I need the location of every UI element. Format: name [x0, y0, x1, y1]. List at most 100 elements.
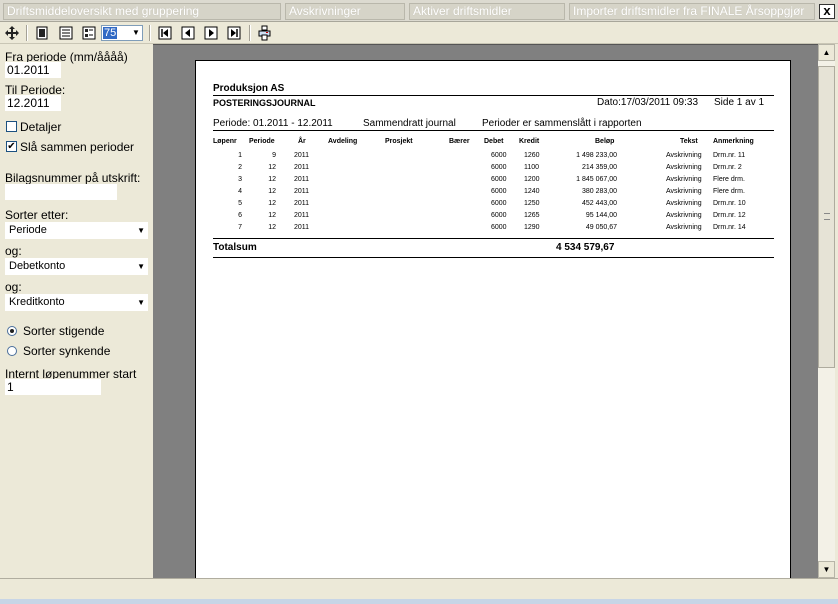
print-icon[interactable]: [257, 25, 273, 41]
detaljer-checkbox[interactable]: [6, 121, 17, 132]
cell-belop: 214 359,00: [581, 164, 617, 171]
lopenummer-input[interactable]: 1: [5, 379, 101, 395]
col-avdeling: Avdeling: [328, 138, 358, 145]
company-name: Produksjon AS: [213, 83, 285, 94]
multi-page-icon[interactable]: [81, 25, 97, 41]
page-width-icon[interactable]: [58, 25, 74, 41]
close-button[interactable]: x: [819, 4, 835, 19]
til-periode-input[interactable]: 12.2011: [5, 95, 61, 111]
sort-field-1-select[interactable]: Periode ▼: [5, 222, 148, 239]
cell-ar: 2011: [294, 176, 310, 183]
grip-icon: [824, 213, 830, 220]
cell-kredit: 1100: [524, 164, 540, 171]
cell-belop: 380 283,00: [581, 188, 617, 195]
sort-field-1-value: Periode: [9, 224, 47, 236]
cell-lopenr: 7: [238, 224, 242, 231]
chevron-down-icon[interactable]: ▼: [137, 258, 145, 275]
sort-field-2-value: Debetkonto: [9, 260, 66, 272]
scrollbar-thumb[interactable]: [818, 66, 835, 368]
divider: [213, 95, 774, 96]
page-indicator: Side 1 av 1: [714, 97, 765, 108]
scroll-up-icon[interactable]: ▲: [818, 44, 835, 61]
detaljer-label: Detaljer: [20, 120, 62, 134]
report-title: POSTERINGSJOURNAL: [213, 98, 316, 108]
sorter-synkende-radio[interactable]: [7, 346, 17, 356]
cell-tekst: Avskrivning: [666, 224, 702, 231]
sorter-stigende-radio[interactable]: [7, 326, 17, 336]
cell-tekst: Avskrivning: [666, 152, 702, 159]
og-2-label: og:: [5, 280, 22, 294]
cell-lopenr: 4: [238, 188, 242, 195]
cell-anmerkning: Flere drm.: [713, 176, 745, 183]
cell-ar: 2011: [294, 200, 310, 207]
col-lopenr: Løpenr: [213, 138, 237, 145]
status-bar: [0, 578, 838, 604]
sla-sammen-checkbox[interactable]: ✔: [6, 141, 17, 152]
chevron-down-icon[interactable]: ▼: [137, 222, 145, 239]
cell-periode: 12: [268, 176, 276, 183]
move-icon[interactable]: [4, 25, 20, 41]
cell-lopenr: 5: [238, 200, 242, 207]
totalsum-label: Totalsum: [213, 242, 257, 253]
cell-periode: 12: [268, 164, 276, 171]
cell-kredit: 1260: [524, 152, 540, 159]
sort-field-3-value: Kreditkonto: [9, 296, 65, 308]
journal-type: Sammendratt journal: [363, 118, 456, 129]
col-ar: År: [298, 138, 306, 145]
divider: [213, 130, 774, 131]
tab-driftsmiddeloversikt[interactable]: Driftsmiddeloversikt med gruppering: [3, 3, 281, 20]
tab-avskrivninger[interactable]: Avskrivninger: [285, 3, 405, 20]
first-page-icon[interactable]: [157, 25, 173, 41]
zoom-select[interactable]: 75 ▼: [101, 25, 143, 41]
cell-debet: 6000: [491, 152, 507, 159]
cell-kredit: 1200: [524, 176, 540, 183]
zoom-value: 75: [103, 27, 118, 39]
toolbar-separator: [26, 25, 28, 41]
cell-belop: 49 050,67: [585, 224, 617, 231]
vertical-scrollbar[interactable]: ▲ ▼: [818, 44, 835, 578]
cell-tekst: Avskrivning: [666, 188, 702, 195]
previous-page-icon[interactable]: [180, 25, 196, 41]
cell-periode: 9: [272, 152, 276, 159]
cell-periode: 12: [268, 224, 276, 231]
toolbar-separator: [249, 25, 251, 41]
next-page-icon[interactable]: [203, 25, 219, 41]
chevron-down-icon[interactable]: ▼: [137, 294, 145, 311]
cell-tekst: Avskrivning: [666, 176, 702, 183]
col-belop: Beløp: [595, 138, 615, 145]
cell-ar: 2011: [294, 164, 310, 171]
cell-periode: 12: [268, 212, 276, 219]
sorter-etter-label: Sorter etter:: [5, 208, 69, 222]
cell-tekst: Avskrivning: [666, 164, 702, 171]
col-prosjekt: Prosjekt: [385, 138, 413, 145]
tab-aktiver-driftsmidler[interactable]: Aktiver driftsmidler: [409, 3, 565, 20]
cell-debet: 6000: [491, 176, 507, 183]
cell-tekst: Avskrivning: [666, 212, 702, 219]
sort-field-2-select[interactable]: Debetkonto ▼: [5, 258, 148, 275]
cell-ar: 2011: [294, 224, 310, 231]
sort-field-3-select[interactable]: Kreditkonto ▼: [5, 294, 148, 311]
bilagsnummer-input[interactable]: [5, 184, 117, 200]
cell-kredit: 1240: [524, 188, 540, 195]
cell-anmerkning: Drm.nr. 11: [713, 152, 746, 159]
chevron-down-icon[interactable]: ▼: [130, 26, 142, 40]
og-1-label: og:: [5, 244, 22, 258]
sorter-stigende-label: Sorter stigende: [23, 324, 105, 338]
cell-lopenr: 6: [238, 212, 242, 219]
tab-importer-driftsmidler[interactable]: Importer driftsmidler fra FINALE Årsoppg…: [569, 3, 815, 20]
single-page-icon[interactable]: [34, 25, 50, 41]
cell-debet: 6000: [491, 164, 507, 171]
last-page-icon[interactable]: [226, 25, 242, 41]
cell-belop: 452 443,00: [581, 200, 617, 207]
cell-ar: 2011: [294, 152, 310, 159]
cell-lopenr: 2: [238, 164, 242, 171]
cell-anmerkning: Flere drm.: [713, 188, 745, 195]
report-page: Produksjon AS POSTERINGSJOURNAL Dato:17/…: [195, 60, 791, 580]
cell-debet: 6000: [491, 224, 507, 231]
divider: [213, 238, 774, 239]
scroll-down-icon[interactable]: ▼: [818, 561, 835, 578]
fra-periode-input[interactable]: 01.2011: [5, 62, 61, 78]
report-preview: Produksjon AS POSTERINGSJOURNAL Dato:17/…: [153, 44, 818, 580]
sla-sammen-label: Slå sammen perioder: [20, 140, 135, 154]
col-anmerkning: Anmerkning: [713, 138, 754, 145]
